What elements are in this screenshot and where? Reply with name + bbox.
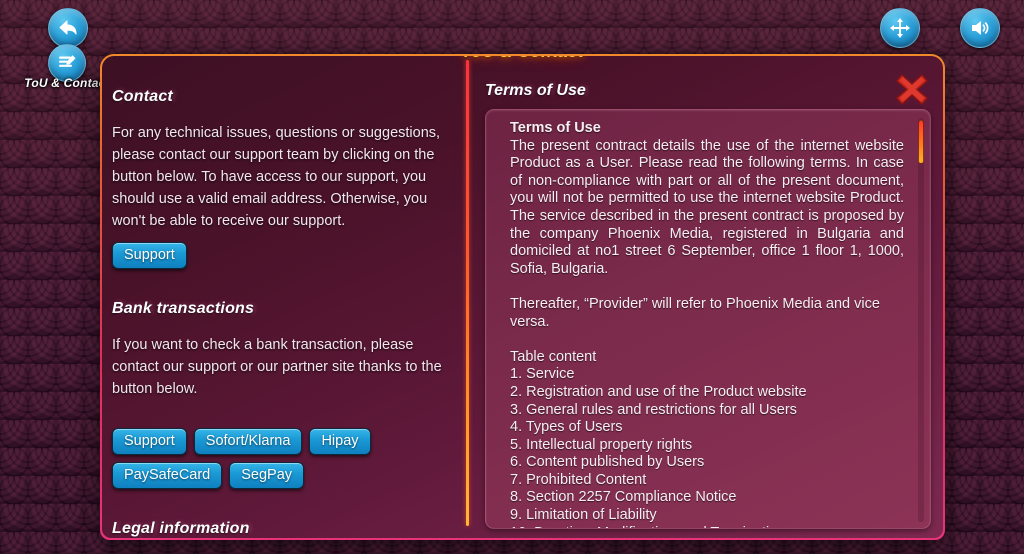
document-pen-icon (56, 52, 78, 74)
toc-item: 1. Service (510, 366, 575, 383)
toc-item: 9. Limitation of Liability (510, 507, 657, 524)
terms-pane: Terms of Use Terms of Use The present co… (469, 56, 943, 538)
tou-contact-button[interactable] (48, 44, 86, 82)
terms-paragraph-2: Thereafter, “Provider” will refer to Pho… (510, 295, 880, 330)
terms-scrollbar-thumb[interactable] (918, 120, 924, 164)
bank-body: If you want to check a bank transaction,… (112, 337, 442, 397)
toc-item: 4. Types of Users (510, 419, 623, 436)
toc-item: 8. Section 2257 Compliance Notice (510, 489, 737, 506)
bank-button-row-1: Support Sofort/Klarna Hipay (112, 428, 452, 455)
terms-content: Terms of Use The present contract detail… (510, 120, 904, 528)
back-arrow-icon (56, 16, 80, 40)
terms-scrollbar-track[interactable] (918, 118, 924, 522)
toc-item: 6. Content published by Users (510, 454, 705, 471)
bank-support-button[interactable]: Support (112, 428, 187, 455)
terms-paragraph-1: The present contract details the use of … (510, 137, 904, 277)
sofort-klarna-button[interactable]: Sofort/Klarna (193, 428, 303, 455)
paysafecard-button[interactable]: PaySafeCard (112, 462, 223, 489)
toc-item: 2. Registration and use of the Product w… (510, 383, 807, 400)
legal-heading: Legal information (112, 520, 250, 537)
contact-heading: Contact (112, 88, 173, 105)
terms-doc-title: Terms of Use (510, 120, 601, 136)
contact-button-row: Support (112, 242, 452, 269)
tou-contact-modal: ToU & Contact Contact For any technical … (100, 54, 945, 540)
toc-item: 10. Duration, Modification, and Terminat… (510, 525, 904, 528)
close-button[interactable] (893, 70, 931, 108)
contact-pane: Contact For any technical issues, questi… (102, 56, 466, 538)
back-button[interactable] (48, 8, 88, 48)
speaker-sound-icon (968, 16, 992, 40)
hipay-button[interactable]: Hipay (309, 428, 371, 455)
terms-panel-heading: Terms of Use (485, 82, 586, 99)
fullscreen-arrows-icon (888, 16, 912, 40)
toc-item: 3. General rules and restrictions for al… (510, 401, 797, 418)
modal-inner: ToU & Contact Contact For any technical … (102, 56, 943, 538)
close-x-icon (893, 74, 931, 112)
terms-scroll-box[interactable]: Terms of Use The present contract detail… (485, 109, 931, 529)
support-button[interactable]: Support (112, 242, 187, 269)
toc-item: 7. Prohibited Content (510, 471, 647, 488)
toc-item: 5. Intellectual property rights (510, 436, 693, 453)
bank-heading: Bank transactions (112, 300, 255, 317)
toc-heading: Table content (510, 348, 597, 365)
fullscreen-button[interactable] (880, 8, 920, 48)
bank-button-row-2: PaySafeCard SegPay (112, 462, 452, 489)
contact-body: For any technical issues, questions or s… (112, 125, 441, 229)
sound-button[interactable] (960, 8, 1000, 48)
segpay-button[interactable]: SegPay (229, 462, 305, 489)
